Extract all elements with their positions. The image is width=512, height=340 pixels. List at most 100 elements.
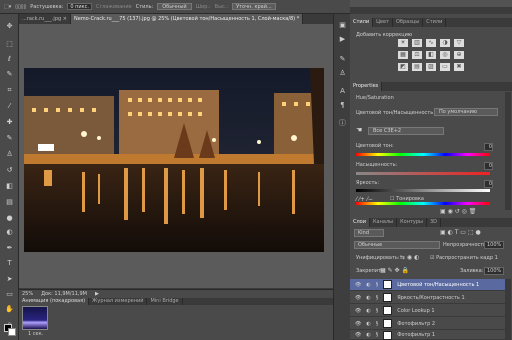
layer-mask-thumbnail[interactable]	[383, 330, 393, 340]
saturation-slider[interactable]	[356, 172, 490, 175]
propagate-frame-checkbox[interactable]: ☑ Распространить кадр 1	[430, 255, 498, 261]
actions-icon[interactable]: ▶	[337, 34, 348, 45]
curves-adjust-icon[interactable]: ∿	[426, 39, 436, 47]
document-tab[interactable]: ...rack.ru___.jpg ×	[19, 14, 71, 24]
fill-input[interactable]: 100%	[484, 267, 505, 275]
tab-styles[interactable]: Стили	[350, 18, 374, 27]
levels-adjust-icon[interactable]: ▥	[412, 39, 422, 47]
crop-tool-icon[interactable]: ⌗	[4, 86, 15, 95]
layer-row[interactable]: 👁 ◐ § Color Lookup 1	[350, 305, 505, 317]
move-tool-icon[interactable]: ✥	[4, 22, 15, 31]
feather-input[interactable]: 0 пикс.	[67, 3, 92, 10]
eyedropper-icon[interactable]: ⁄	[4, 102, 15, 111]
layer-name[interactable]: Фотофильтр 1	[397, 332, 435, 338]
antialias-checkbox[interactable]: Сглаживание	[96, 4, 132, 10]
clone-source-icon[interactable]: ♙	[337, 68, 348, 79]
channel-select[interactable]: Все СЗЕ+2	[368, 127, 444, 135]
color-balance-icon[interactable]: ⚖	[412, 51, 422, 59]
hue-slider[interactable]	[356, 153, 490, 156]
saturation-value[interactable]: 0	[484, 162, 493, 170]
history-icon[interactable]: ▣	[337, 20, 348, 31]
unify-icons[interactable]: ⇆ ◉ ◐	[400, 254, 419, 261]
visibility-eye-icon[interactable]: 👁	[355, 282, 361, 288]
tab-swatches[interactable]: Образцы	[393, 18, 424, 27]
gradient-map-icon[interactable]: ▭	[440, 63, 450, 71]
status-arrow[interactable]: ▶	[95, 291, 99, 297]
layer-name[interactable]: Цветовой тон/Насыщенность 1	[397, 282, 479, 288]
history-brush-icon[interactable]: ↺	[4, 166, 15, 175]
photo-filter-icon[interactable]: ◎	[440, 51, 450, 59]
preset-select[interactable]: По умолчанию	[434, 108, 498, 116]
quick-select-icon[interactable]: ✎	[4, 70, 15, 79]
layer-name[interactable]: Яркость/Контрастность 1	[397, 295, 464, 301]
background-color-swatch[interactable]	[8, 328, 16, 336]
opacity-input[interactable]: 100%	[484, 241, 505, 249]
tab-properties[interactable]: Properties	[350, 82, 383, 91]
channel-mixer-icon[interactable]: ⊕	[454, 51, 464, 59]
tab-layers[interactable]: Слои	[350, 218, 370, 227]
tab-styles-2[interactable]: Стили	[423, 18, 447, 27]
shape-tool-icon[interactable]: ▭	[4, 290, 15, 299]
layer-row[interactable]: 👁 ◐ § Яркость/Контрастность 1	[350, 292, 505, 304]
posterize-icon[interactable]: ▤	[412, 63, 422, 71]
black-white-icon[interactable]: ◧	[426, 51, 436, 59]
properties-scrollbar[interactable]	[505, 92, 511, 210]
healing-brush-icon[interactable]: ✚	[4, 118, 15, 127]
zoom-level[interactable]: 25%	[22, 291, 33, 297]
hand-adjust-icon[interactable]: ☚	[356, 126, 362, 134]
marquee-icon[interactable]: ⬚▾	[4, 4, 11, 10]
blur-tool-icon[interactable]: ●	[4, 214, 15, 223]
info-icon[interactable]: ⓘ	[337, 118, 348, 129]
tab-measurement-log[interactable]: Журнал измерений	[89, 298, 148, 305]
clone-stamp-icon[interactable]: ♙	[4, 150, 15, 159]
tab-3d[interactable]: 3D	[427, 218, 441, 227]
layer-name[interactable]: Фотофильтр 2	[397, 321, 435, 327]
type-tool-icon[interactable]: T	[4, 259, 15, 268]
layer-mask-thumbnail[interactable]	[383, 293, 393, 302]
eraser-icon[interactable]: ◧	[4, 182, 15, 191]
visibility-eye-icon[interactable]: 👁	[355, 308, 361, 314]
hue-adjust-icon[interactable]: ▦	[398, 51, 408, 59]
blend-mode-select[interactable]: Обычные	[354, 241, 440, 249]
layer-name[interactable]: Color Lookup 1	[397, 308, 434, 314]
tab-channels[interactable]: Каналы	[370, 218, 398, 227]
exposure-adjust-icon[interactable]: ◑	[440, 39, 450, 47]
character-icon[interactable]: A	[337, 86, 348, 97]
layer-filter-select[interactable]: Kind	[354, 229, 384, 237]
tab-color[interactable]: Цвет	[373, 18, 393, 27]
selective-color-icon[interactable]: ✖	[454, 63, 464, 71]
vibrance-adjust-icon[interactable]: ▽	[454, 39, 464, 47]
layer-mask-thumbnail[interactable]	[383, 306, 393, 315]
visibility-eye-icon[interactable]: 👁	[355, 332, 361, 338]
hand-tool-icon[interactable]: ✋	[4, 305, 15, 314]
frame-delay[interactable]: 1 сек.	[28, 331, 58, 338]
refine-edge-button[interactable]: Уточн. край...	[232, 3, 276, 10]
invert-icon[interactable]: ◩	[398, 63, 408, 71]
brush-tool-icon[interactable]: ✎	[4, 134, 15, 143]
properties-footer-icons[interactable]: ▣ ◉ ↺ ◎ 🗑	[440, 208, 476, 215]
layer-filter-icons[interactable]: ▣ ◐ T ▭ ⬚ ●	[440, 229, 481, 236]
tab-paths[interactable]: Контуры	[397, 218, 427, 227]
layer-row[interactable]: 👁 ◐ § Фотофильтр 2	[350, 318, 505, 330]
document-tab-active[interactable]: Nemo-Crack.ru___75 (137).jpg @ 25% (Цвет…	[70, 14, 304, 24]
gradient-tool-icon[interactable]: ▤	[4, 198, 15, 207]
style-select[interactable]: Обычный	[157, 3, 192, 10]
lightness-value[interactable]: 0	[484, 180, 493, 188]
threshold-icon[interactable]: ▨	[426, 63, 436, 71]
brightness-adjust-icon[interactable]: ☀	[398, 39, 408, 47]
tab-animation[interactable]: Анимация (покадровая)	[19, 298, 90, 305]
layer-mask-thumbnail[interactable]	[383, 280, 393, 289]
lightness-slider[interactable]	[356, 189, 490, 192]
lock-icons[interactable]: ▦ ✎ ✥ 🔒	[380, 267, 409, 274]
path-select-icon[interactable]: ➤	[4, 275, 15, 284]
lasso-tool-icon[interactable]: ℓ	[4, 55, 15, 64]
layer-row[interactable]: 👁 ◐ § Цветовой тон/Насыщенность 1	[350, 279, 505, 291]
pen-tool-icon[interactable]: ✒	[4, 244, 15, 253]
brush-preset-icon[interactable]: ✎	[337, 54, 348, 65]
hue-value[interactable]: 0	[484, 143, 493, 151]
layers-scrollbar[interactable]	[505, 279, 511, 340]
marquee-tool-icon[interactable]: ⬚	[4, 40, 15, 49]
visibility-eye-icon[interactable]: 👁	[355, 295, 361, 301]
visibility-eye-icon[interactable]: 👁	[355, 321, 361, 327]
paragraph-icon[interactable]: ¶	[337, 100, 348, 111]
